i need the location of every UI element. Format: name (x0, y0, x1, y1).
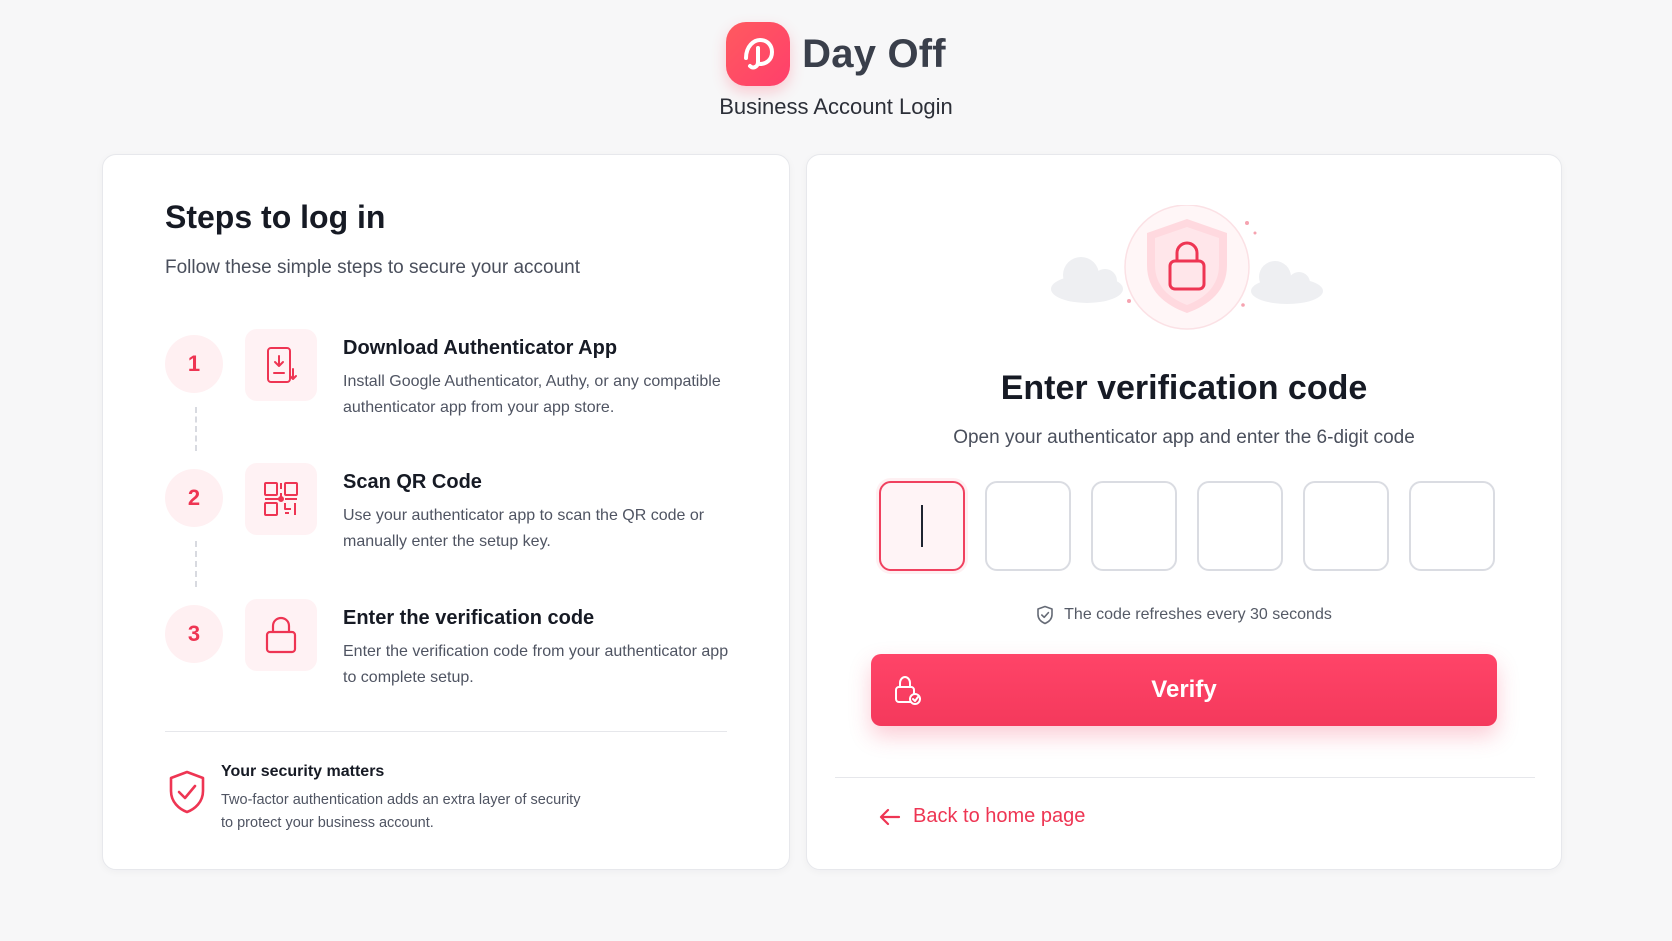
otp-digit-2[interactable] (985, 481, 1071, 571)
shield-check-icon (167, 769, 207, 820)
download-icon (245, 329, 317, 401)
otp-digit-3[interactable] (1091, 481, 1177, 571)
refresh-note: The code refreshes every 30 seconds (807, 605, 1561, 625)
verify-label: Verify (1151, 676, 1217, 703)
otp-input-group (879, 481, 1495, 571)
back-to-home-link[interactable]: Back to home page (879, 805, 1085, 828)
page-header: Day Off Business Account Login (0, 0, 1672, 140)
steps-card: Steps to log in Follow these simple step… (102, 154, 790, 870)
step-description: Install Google Authenticator, Authy, or … (343, 373, 721, 416)
security-description: Two-factor authentication adds an extra … (221, 792, 581, 831)
brand-name: Day Off (802, 31, 946, 76)
step-number: 3 (165, 605, 223, 663)
step-1: 1 Download Authenticator App Install Goo… (165, 329, 765, 429)
otp-digit-4[interactable] (1197, 481, 1283, 571)
step-description: Use your authenticator app to scan the Q… (343, 507, 705, 550)
steps-title: Steps to log in (165, 199, 386, 235)
otp-digit-6[interactable] (1409, 481, 1495, 571)
verification-subtitle: Open your authenticator app and enter th… (953, 427, 1415, 448)
back-link-label: Back to home page (913, 805, 1086, 827)
shield-check-icon (1037, 605, 1053, 625)
step-number: 2 (165, 469, 223, 527)
steps-subtitle: Follow these simple steps to secure your… (165, 257, 581, 278)
arrow-left-icon (879, 808, 901, 825)
step-title: Download Authenticator App (343, 337, 618, 359)
lock-icon (245, 599, 317, 671)
text-cursor (921, 505, 923, 547)
otp-digit-5[interactable] (1303, 481, 1389, 571)
step-title: Enter the verification code (343, 607, 595, 629)
step-2: 2 Scan QR Code Use your authenticator ap… (165, 463, 765, 563)
otp-digit-1[interactable] (879, 481, 965, 571)
refresh-text: The code refreshes every 30 seconds (1064, 606, 1332, 623)
verify-button[interactable]: Verify (871, 654, 1497, 726)
security-title: Your security matters (221, 763, 385, 780)
page-subtitle: Business Account Login (719, 94, 953, 119)
verification-card: Enter verification code Open your authen… (806, 154, 1562, 870)
day-off-logo-icon (726, 22, 791, 86)
qr-code-icon (245, 463, 317, 535)
step-description: Enter the verification code from your au… (343, 643, 729, 686)
step-title: Scan QR Code (343, 471, 482, 493)
verification-title: Enter verification code (1000, 369, 1368, 407)
step-number: 1 (165, 335, 223, 393)
divider (165, 731, 727, 732)
divider (835, 777, 1535, 778)
step-3: 3 Enter the verification code Enter the … (165, 599, 765, 699)
logo[interactable]: Day Off (0, 22, 1672, 86)
shield-lock-icon (1037, 204, 1337, 335)
